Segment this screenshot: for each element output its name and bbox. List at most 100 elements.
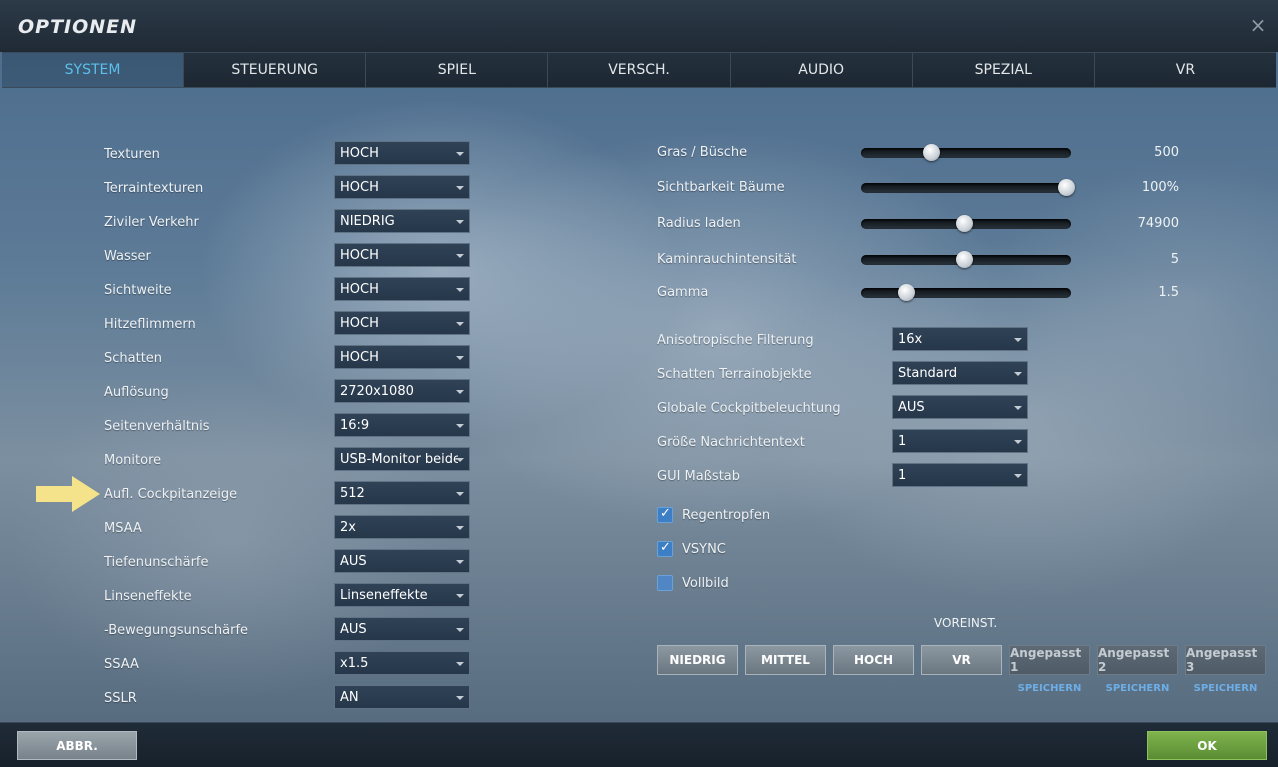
chevron-down-icon: [456, 288, 464, 292]
custom-preset-button[interactable]: Angepasst 2: [1097, 645, 1178, 675]
setting-dropdown[interactable]: Standard: [892, 361, 1028, 385]
slider-label: Gamma: [657, 285, 709, 300]
setting-dropdown[interactable]: NIEDRIG: [334, 209, 470, 233]
preset-button[interactable]: HOCH: [833, 645, 914, 675]
setting-dropdown[interactable]: HOCH: [334, 175, 470, 199]
chevron-down-icon: [1014, 406, 1022, 410]
setting-dropdown[interactable]: HOCH: [334, 311, 470, 335]
chevron-down-icon: [456, 254, 464, 258]
dropdown-value: HOCH: [340, 316, 379, 331]
dropdown-value: 16x: [898, 332, 923, 347]
preset-button[interactable]: VR: [921, 645, 1002, 675]
slider-value: 5: [1170, 252, 1179, 267]
setting-dropdown[interactable]: 512: [334, 481, 470, 505]
chevron-down-icon: [456, 594, 464, 598]
tab-spiel[interactable]: SPIEL: [366, 53, 549, 87]
setting-dropdown[interactable]: HOCH: [334, 277, 470, 301]
setting-dropdown[interactable]: HOCH: [334, 141, 470, 165]
save-preset-link[interactable]: SPEICHERN: [1009, 683, 1090, 694]
dropdown-value: NIEDRIG: [340, 214, 395, 229]
setting-label: GUI Maßstab: [657, 469, 741, 484]
slider-handle[interactable]: [1058, 179, 1075, 196]
close-icon[interactable]: ×: [1248, 15, 1268, 35]
dropdown-value: AUS: [340, 554, 367, 569]
dropdown-value: HOCH: [340, 248, 379, 263]
custom-preset-button[interactable]: Angepasst 3: [1185, 645, 1266, 675]
cancel-button[interactable]: ABBR.: [17, 731, 137, 760]
arrow-right-icon: [36, 476, 100, 512]
tab-system[interactable]: SYSTEM: [2, 53, 185, 87]
slider-handle[interactable]: [922, 144, 940, 161]
slider-track[interactable]: [861, 284, 1071, 301]
setting-dropdown[interactable]: 2x: [334, 515, 470, 539]
tab-audio[interactable]: AUDIO: [730, 53, 913, 87]
dropdown-value: AUS: [340, 622, 367, 637]
slider-label: Gras / Büsche: [657, 145, 748, 160]
setting-label: Wasser: [104, 249, 151, 264]
save-preset-link[interactable]: SPEICHERN: [1185, 683, 1266, 694]
checkmark-icon: ✓: [660, 540, 671, 555]
dropdown-value: HOCH: [340, 282, 379, 297]
setting-label: Sichtweite: [104, 283, 172, 298]
setting-label: Terraintexturen: [104, 181, 204, 196]
tab-bar: SYSTEM STEUERUNG SPIEL VERSCH. AUDIO SPE…: [2, 52, 1276, 88]
setting-dropdown[interactable]: AUS: [892, 395, 1028, 419]
checkbox[interactable]: [657, 575, 673, 591]
checkbox[interactable]: ✓: [657, 506, 673, 523]
dropdown-value: Linseneffekte: [340, 588, 428, 603]
setting-label: SSLR: [104, 691, 137, 706]
chevron-down-icon: [456, 526, 464, 530]
save-preset-link[interactable]: SPEICHERN: [1097, 683, 1178, 694]
slider-track[interactable]: [861, 215, 1071, 232]
tab-spezial[interactable]: SPEZIAL: [912, 53, 1095, 87]
setting-dropdown[interactable]: Linseneffekte: [334, 583, 470, 607]
ok-button[interactable]: OK: [1147, 731, 1267, 760]
dropdown-value: 2720x1080: [340, 384, 414, 399]
setting-label: Ziviler Verkehr: [104, 215, 199, 230]
setting-dropdown[interactable]: USB-Monitor beide M: [334, 447, 470, 471]
setting-dropdown[interactable]: 16x: [892, 327, 1028, 351]
title-bar: OPTIONEN ×: [0, 0, 1278, 52]
slider-handle[interactable]: [898, 284, 916, 301]
preset-button[interactable]: NIEDRIG: [657, 645, 738, 675]
setting-dropdown[interactable]: HOCH: [334, 345, 470, 369]
chevron-down-icon: [456, 662, 464, 666]
custom-preset-button[interactable]: Angepasst 1: [1009, 645, 1090, 675]
checkmark-icon: ✓: [660, 506, 671, 521]
setting-label: Monitore: [104, 453, 162, 468]
slider-value: 100%: [1141, 180, 1179, 195]
chevron-down-icon: [456, 152, 464, 156]
chevron-down-icon: [456, 424, 464, 428]
slider-handle[interactable]: [955, 215, 973, 232]
dropdown-value: HOCH: [340, 180, 379, 195]
tab-steuerung[interactable]: STEUERUNG: [184, 53, 367, 87]
tab-vr[interactable]: VR: [1094, 53, 1276, 87]
slider-track[interactable]: [861, 144, 1071, 161]
setting-label: Seitenverhältnis: [104, 419, 210, 434]
slider-handle[interactable]: [955, 251, 973, 268]
preset-button[interactable]: MITTEL: [745, 645, 826, 675]
setting-dropdown[interactable]: 2720x1080: [334, 379, 470, 403]
setting-label: SSAA: [104, 657, 139, 672]
chevron-down-icon: [456, 696, 464, 700]
setting-dropdown[interactable]: 1: [892, 463, 1028, 487]
setting-dropdown[interactable]: AUS: [334, 617, 470, 641]
setting-label: Globale Cockpitbeleuchtung: [657, 401, 841, 416]
chevron-down-icon: [456, 356, 464, 360]
tab-versch[interactable]: VERSCH.: [548, 53, 731, 87]
setting-dropdown[interactable]: AN: [334, 685, 470, 709]
setting-dropdown[interactable]: AUS: [334, 549, 470, 573]
dropdown-value: 1: [898, 468, 907, 483]
slider-value: 74900: [1137, 216, 1179, 231]
setting-dropdown[interactable]: HOCH: [334, 243, 470, 267]
chevron-down-icon: [456, 186, 464, 190]
checkbox[interactable]: ✓: [657, 540, 673, 557]
chevron-down-icon: [456, 628, 464, 632]
setting-dropdown[interactable]: 16:9: [334, 413, 470, 437]
slider-track[interactable]: [861, 251, 1071, 268]
slider-track[interactable]: [861, 179, 1075, 196]
setting-label: Auflösung: [104, 385, 169, 400]
setting-dropdown[interactable]: 1: [892, 429, 1028, 453]
setting-dropdown[interactable]: x1.5: [334, 651, 470, 675]
dropdown-value: 1: [898, 434, 907, 449]
